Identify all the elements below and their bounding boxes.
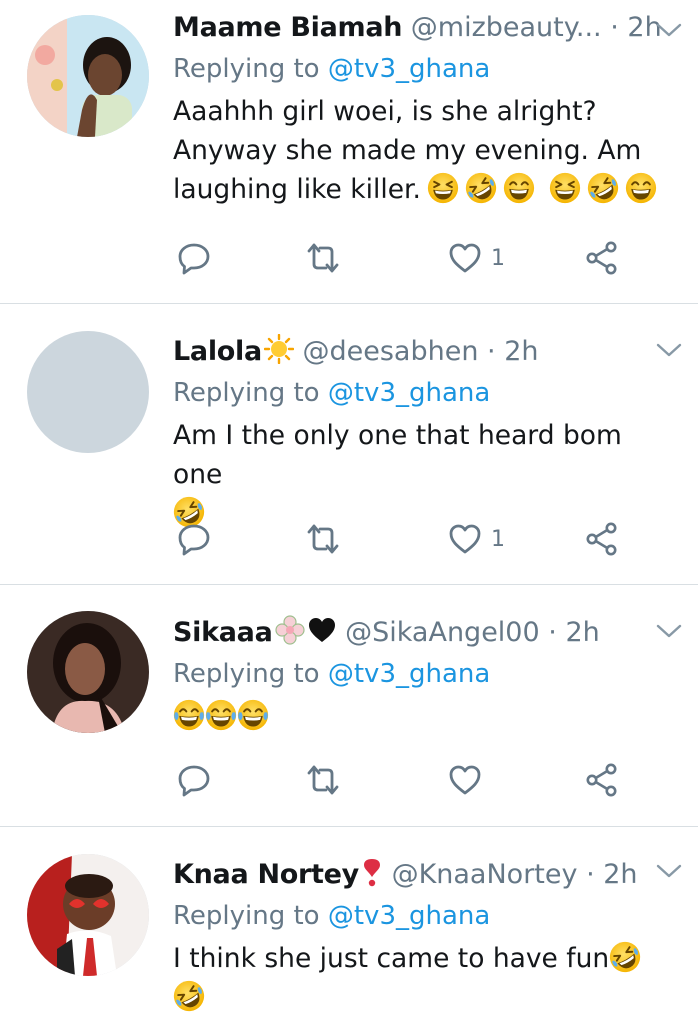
timestamp[interactable]: 2h: [504, 336, 538, 367]
grinning-squinting-emoji-icon: [427, 172, 459, 204]
grinning-smile-emoji-icon: [625, 172, 657, 204]
reply-button[interactable]: [176, 238, 212, 278]
heart-icon: [447, 521, 483, 557]
tears-of-joy-emoji-icon: [237, 699, 269, 731]
chevron-down-icon[interactable]: [655, 16, 683, 44]
replying-to: Replying to @tv3_ghana: [173, 372, 673, 414]
tears-of-joy-emoji-icon: [173, 699, 205, 731]
replying-to-label: Replying to: [173, 659, 320, 689]
black-heart-icon: [308, 618, 335, 642]
sun-icon: [263, 334, 294, 364]
user-handle[interactable]: @deesabhen: [303, 336, 479, 367]
separator-dot: ·: [548, 617, 557, 648]
mention-link[interactable]: @tv3_ghana: [328, 901, 490, 931]
separator-dot: ·: [586, 859, 595, 890]
tweet-text: Aaahhh girl woei, is she alright? Anyway…: [173, 92, 673, 209]
user-handle[interactable]: @mizbeauty...: [411, 12, 602, 43]
replying-to: Replying to @tv3_ghana: [173, 895, 673, 937]
replying-to-label: Replying to: [173, 378, 320, 408]
rolling-laughing-emoji-icon: [173, 980, 205, 1012]
reply-button[interactable]: [176, 519, 212, 559]
retweet-button[interactable]: [305, 760, 341, 800]
tweet-item[interactable]: Knaa Nortey @KnaaNortey · 2h Replying to…: [0, 827, 698, 1019]
share-button[interactable]: [584, 760, 620, 800]
tweet-text: I think she just came to have fun: [173, 939, 673, 1019]
tweet-text-content: I think she just came to have fun: [173, 943, 610, 974]
rolling-laughing-emoji-icon: [609, 941, 641, 973]
like-button[interactable]: 1: [447, 519, 505, 559]
heart-icon: [447, 762, 483, 798]
flower-icon: [274, 615, 305, 645]
user-handle[interactable]: @KnaaNortey: [392, 859, 578, 890]
red-exclamation-icon: [363, 859, 380, 887]
retweet-icon: [305, 521, 341, 557]
like-button[interactable]: [447, 760, 483, 800]
share-icon: [584, 762, 620, 798]
like-count: 1: [491, 526, 505, 552]
rolling-laughing-emoji-icon: [587, 172, 619, 204]
reply-icon: [176, 240, 212, 276]
reply-icon: [176, 521, 212, 557]
tweet-text: Am I the only one that heard bom one: [173, 416, 673, 533]
tweet-actions: 1: [0, 519, 698, 559]
avatar[interactable]: [27, 331, 149, 453]
chevron-down-icon[interactable]: [655, 336, 683, 364]
tweet-text: [173, 697, 673, 736]
timestamp[interactable]: 2h: [603, 859, 637, 890]
timestamp[interactable]: 2h: [565, 617, 599, 648]
replying-to-label: Replying to: [173, 54, 320, 84]
share-button[interactable]: [584, 238, 620, 278]
display-name[interactable]: Maame Biamah: [173, 12, 402, 43]
separator-dot: ·: [610, 12, 619, 43]
reply-icon: [176, 762, 212, 798]
avatar[interactable]: [27, 854, 149, 976]
replying-to: Replying to @tv3_ghana: [173, 653, 673, 695]
tears-of-joy-emoji-icon: [205, 699, 237, 731]
avatar[interactable]: [27, 611, 149, 733]
chevron-down-icon[interactable]: [655, 857, 683, 885]
mention-link[interactable]: @tv3_ghana: [328, 659, 490, 689]
display-name[interactable]: Lalola: [173, 336, 262, 367]
tweet-text-content: Am I the only one that heard bom one: [173, 420, 622, 490]
retweet-button[interactable]: [305, 519, 341, 559]
avatar[interactable]: [27, 15, 149, 137]
grinning-squinting-emoji-icon: [549, 172, 581, 204]
like-count: 1: [491, 245, 505, 271]
share-icon: [584, 521, 620, 557]
replying-to-label: Replying to: [173, 901, 320, 931]
share-icon: [584, 240, 620, 276]
user-handle[interactable]: @SikaAngel00: [345, 617, 540, 648]
display-name[interactable]: Knaa Nortey: [173, 859, 359, 890]
like-button[interactable]: 1: [447, 238, 505, 278]
tweet-actions: 1: [0, 238, 698, 278]
heart-icon: [447, 240, 483, 276]
tweet-actions: [0, 760, 698, 800]
rolling-laughing-emoji-icon: [465, 172, 497, 204]
grinning-smile-emoji-icon: [503, 172, 535, 204]
mention-link[interactable]: @tv3_ghana: [328, 54, 490, 84]
tweet-item[interactable]: Maame Biamah @mizbeauty... · 2h Replying…: [0, 0, 698, 303]
display-name[interactable]: Sikaaa: [173, 617, 273, 648]
reply-button[interactable]: [176, 760, 212, 800]
mention-link[interactable]: @tv3_ghana: [328, 378, 490, 408]
share-button[interactable]: [584, 519, 620, 559]
tweet-item[interactable]: Lalola @deesabhen · 2h Replying to @tv3_…: [0, 304, 698, 584]
separator-dot: ·: [487, 336, 496, 367]
retweet-icon: [305, 762, 341, 798]
tweet-item[interactable]: Sikaaa @SikaAngel00 · 2h Replying to @tv…: [0, 585, 698, 826]
retweet-button[interactable]: [305, 238, 341, 278]
retweet-icon: [305, 240, 341, 276]
replying-to: Replying to @tv3_ghana: [173, 48, 673, 90]
chevron-down-icon[interactable]: [655, 617, 683, 645]
